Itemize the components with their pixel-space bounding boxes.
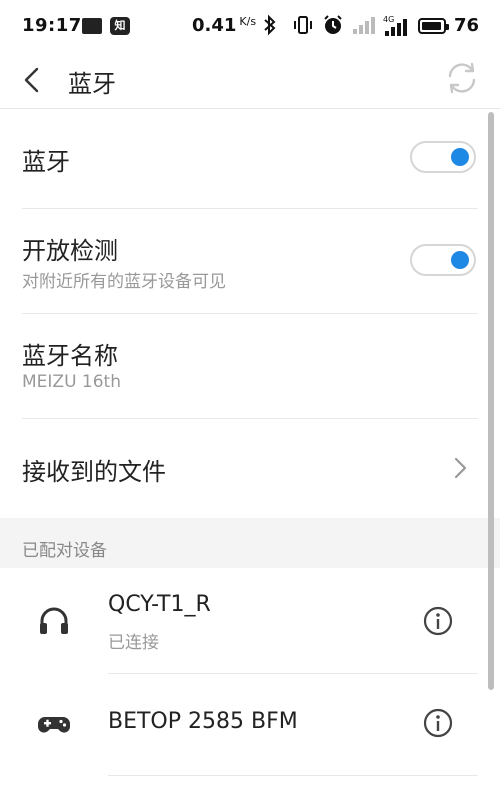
discoverable-toggle[interactable] <box>410 244 476 276</box>
device-info-button[interactable] <box>422 605 454 637</box>
network-type-label: 4G <box>383 15 394 24</box>
chevron-right-icon <box>454 457 467 479</box>
bluetooth-row[interactable]: 蓝牙 <box>0 109 500 209</box>
divider <box>108 775 478 776</box>
device-name-label: 蓝牙名称 <box>22 342 118 370</box>
device-name-row[interactable]: 蓝牙名称 MEIZU 16th <box>0 314 500 419</box>
device-name: QCY-T1_R <box>108 592 211 617</box>
battery-icon <box>418 18 449 34</box>
network-speed: 0.41 K/s <box>192 15 256 36</box>
bluetooth-toggle[interactable] <box>410 141 476 173</box>
zhihu-notification-icon: 知 <box>110 17 130 35</box>
alarm-icon <box>322 14 344 41</box>
info-icon <box>423 708 453 738</box>
message-notification-icon <box>82 18 102 34</box>
toggle-knob <box>451 148 469 166</box>
signal-weak-icon <box>352 14 376 41</box>
bluetooth-status-icon <box>262 14 278 41</box>
paired-device-item[interactable]: QCY-T1_R 已连接 <box>0 568 500 674</box>
device-name: BETOP 2585 BFM <box>108 709 298 734</box>
scrollbar[interactable] <box>488 112 494 690</box>
page-title: 蓝牙 <box>68 70 116 98</box>
device-status: 已连接 <box>108 633 159 653</box>
received-files-row[interactable]: 接收到的文件 <box>0 419 500 518</box>
device-name-value: MEIZU 16th <box>22 372 121 392</box>
headphones-icon <box>40 607 68 634</box>
paired-device-item[interactable]: BETOP 2585 BFM <box>0 674 500 780</box>
network-speed-unit: K/s <box>239 15 257 28</box>
battery-level: 76 <box>454 15 480 36</box>
gamepad-icon <box>38 717 70 733</box>
vibrate-icon <box>292 14 314 41</box>
received-files-label: 接收到的文件 <box>22 458 166 486</box>
refresh-icon <box>448 62 476 94</box>
toggle-knob <box>451 251 469 269</box>
paired-devices-title: 已配对设备 <box>22 541 107 561</box>
paired-devices-header: 已配对设备 <box>0 518 500 568</box>
signal-4g-icon: 4G <box>383 14 411 43</box>
network-speed-value: 0.41 <box>192 15 237 36</box>
back-button[interactable] <box>14 60 54 100</box>
discoverable-label: 开放检测 <box>22 237 118 265</box>
info-icon <box>423 606 453 636</box>
bluetooth-label: 蓝牙 <box>22 148 70 176</box>
status-bar: 19:17 知 0.41 K/s 4G 76 <box>0 0 500 52</box>
device-info-button[interactable] <box>422 707 454 739</box>
discoverable-row[interactable]: 开放检测 对附近所有的蓝牙设备可见 <box>0 209 500 314</box>
discoverable-description: 对附近所有的蓝牙设备可见 <box>22 272 226 292</box>
status-time: 19:17 <box>22 15 82 36</box>
refresh-button[interactable] <box>442 58 482 98</box>
title-bar: 蓝牙 <box>0 52 500 109</box>
chevron-left-icon <box>24 67 39 93</box>
